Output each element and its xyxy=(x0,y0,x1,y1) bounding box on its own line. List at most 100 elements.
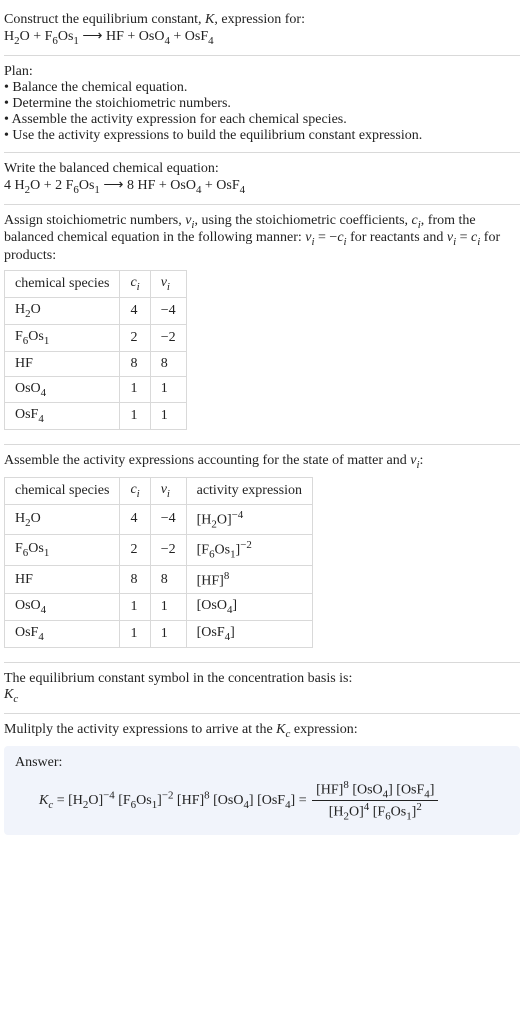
cell-species: OsF4 xyxy=(5,403,120,430)
table-row: OsF4 1 1 xyxy=(5,403,187,430)
text: , expression for: xyxy=(214,12,305,27)
cell-vi: 8 xyxy=(150,565,186,594)
species: OsO4 xyxy=(170,178,201,193)
cell-activity: [H2O]−4 xyxy=(186,504,312,534)
cell-ci: 8 xyxy=(120,565,150,594)
plus: + xyxy=(159,178,170,193)
cell-species: HF xyxy=(5,565,120,594)
arrow: ⟶ xyxy=(82,29,106,44)
species: H2O xyxy=(15,178,41,193)
intro-section: Construct the equilibrium constant, K, e… xyxy=(4,6,520,53)
plan-bullet: • Assemble the activity expression for e… xyxy=(4,112,520,128)
assemble-section: Assemble the activity expressions accoun… xyxy=(4,447,520,660)
species: H2O xyxy=(4,29,30,44)
species: OsF4 xyxy=(185,29,214,44)
divider xyxy=(4,713,520,714)
table-row: OsO4 1 1 xyxy=(5,376,187,403)
stoich-table: chemical species ci νi H2O 4 −4 F6Os1 2 … xyxy=(4,270,187,430)
assign-text: Assign stoichiometric numbers, νi, using… xyxy=(4,213,520,265)
cell-ci: 2 xyxy=(120,535,150,565)
cell-species: HF xyxy=(5,351,120,376)
cell-vi: 1 xyxy=(150,621,186,648)
divider xyxy=(4,662,520,663)
cell-activity: [F6Os1]−2 xyxy=(186,535,312,565)
balanced-reaction: 4 H2O + 2 F6Os1 ⟶ 8 HF + OsO4 + OsF4 xyxy=(4,177,520,196)
species: F6Os1 xyxy=(45,29,79,44)
answer-box: Answer: Kc = [H2O]−4 [F6Os1]−2 [HF]8 [Os… xyxy=(4,746,520,836)
cell-vi: −2 xyxy=(150,535,186,565)
kc-symbol-text: The equilibrium constant symbol in the c… xyxy=(4,671,520,687)
cell-vi: 1 xyxy=(150,403,186,430)
cell-ci: 1 xyxy=(120,403,150,430)
divider xyxy=(4,204,520,205)
text: Construct the equilibrium constant, xyxy=(4,12,205,27)
divider xyxy=(4,444,520,445)
arrow: ⟶ xyxy=(103,178,127,193)
cell-species: OsF4 xyxy=(5,621,120,648)
table-row: OsF4 1 1 [OsF4] xyxy=(5,621,313,648)
col-activity: activity expression xyxy=(186,477,312,504)
assemble-text: Assemble the activity expressions accoun… xyxy=(4,453,520,471)
table-header-row: chemical species ci νi xyxy=(5,271,187,298)
plan-bullet: • Determine the stoichiometric numbers. xyxy=(4,96,520,112)
balanced-section: Write the balanced chemical equation: 4 … xyxy=(4,155,520,202)
kc-symbol-section: The equilibrium constant symbol in the c… xyxy=(4,665,520,711)
activity-table: chemical species ci νi activity expressi… xyxy=(4,477,313,648)
col-vi: νi xyxy=(150,477,186,504)
cell-ci: 1 xyxy=(120,376,150,403)
col-ci: ci xyxy=(120,477,150,504)
table-row: H2O 4 −4 xyxy=(5,297,187,324)
cell-vi: −4 xyxy=(150,504,186,534)
divider xyxy=(4,55,520,56)
species: HF xyxy=(106,29,124,44)
table-row: HF 8 8 xyxy=(5,351,187,376)
answer-expression: Kc = [H2O]−4 [F6Os1]−2 [HF]8 [OsO4] [OsF… xyxy=(15,779,509,823)
symbol-K: K xyxy=(205,12,214,27)
table-row: H2O 4 −4 [H2O]−4 xyxy=(5,504,313,534)
coeff: 8 xyxy=(127,178,138,193)
plus: + xyxy=(127,29,138,44)
cell-species: OsO4 xyxy=(5,376,120,403)
cell-vi: 1 xyxy=(150,594,186,621)
coeff: 4 xyxy=(4,178,15,193)
species: F6Os1 xyxy=(66,178,100,193)
document-root: Construct the equilibrium constant, K, e… xyxy=(0,0,524,851)
species: HF xyxy=(137,178,155,193)
fraction: [HF]8 [OsO4] [OsF4] [H2O]4 [F6Os1]2 xyxy=(312,779,438,823)
table-row: F6Os1 2 −2 [F6Os1]−2 xyxy=(5,535,313,565)
plan-bullet: • Use the activity expressions to build … xyxy=(4,128,520,144)
plus: + xyxy=(33,29,44,44)
cell-species: H2O xyxy=(5,297,120,324)
cell-vi: −2 xyxy=(150,324,186,351)
answer-label: Answer: xyxy=(15,755,509,771)
col-vi: νi xyxy=(150,271,186,298)
cell-ci: 1 xyxy=(120,621,150,648)
cell-species: H2O xyxy=(5,504,120,534)
plus: + xyxy=(205,178,216,193)
table-row: OsO4 1 1 [OsO4] xyxy=(5,594,313,621)
species: OsF4 xyxy=(216,178,245,193)
cell-ci: 8 xyxy=(120,351,150,376)
cell-activity: [HF]8 xyxy=(186,565,312,594)
assign-section: Assign stoichiometric numbers, νi, using… xyxy=(4,207,520,443)
multiply-text: Mulitply the activity expressions to arr… xyxy=(4,722,520,740)
balanced-heading: Write the balanced chemical equation: xyxy=(4,161,520,177)
cell-ci: 2 xyxy=(120,324,150,351)
cell-vi: −4 xyxy=(150,297,186,324)
multiply-section: Mulitply the activity expressions to arr… xyxy=(4,716,520,842)
table-header-row: chemical species ci νi activity expressi… xyxy=(5,477,313,504)
fraction-denominator: [H2O]4 [F6Os1]2 xyxy=(312,801,438,822)
species: OsO4 xyxy=(139,29,170,44)
divider xyxy=(4,152,520,153)
cell-ci: 4 xyxy=(120,504,150,534)
cell-vi: 1 xyxy=(150,376,186,403)
cell-species: F6Os1 xyxy=(5,324,120,351)
cell-species: F6Os1 xyxy=(5,535,120,565)
col-species: chemical species xyxy=(5,271,120,298)
cell-activity: [OsF4] xyxy=(186,621,312,648)
cell-species: OsO4 xyxy=(5,594,120,621)
col-species: chemical species xyxy=(5,477,120,504)
cell-vi: 8 xyxy=(150,351,186,376)
plan-bullet: • Balance the chemical equation. xyxy=(4,80,520,96)
plus: + xyxy=(44,178,55,193)
